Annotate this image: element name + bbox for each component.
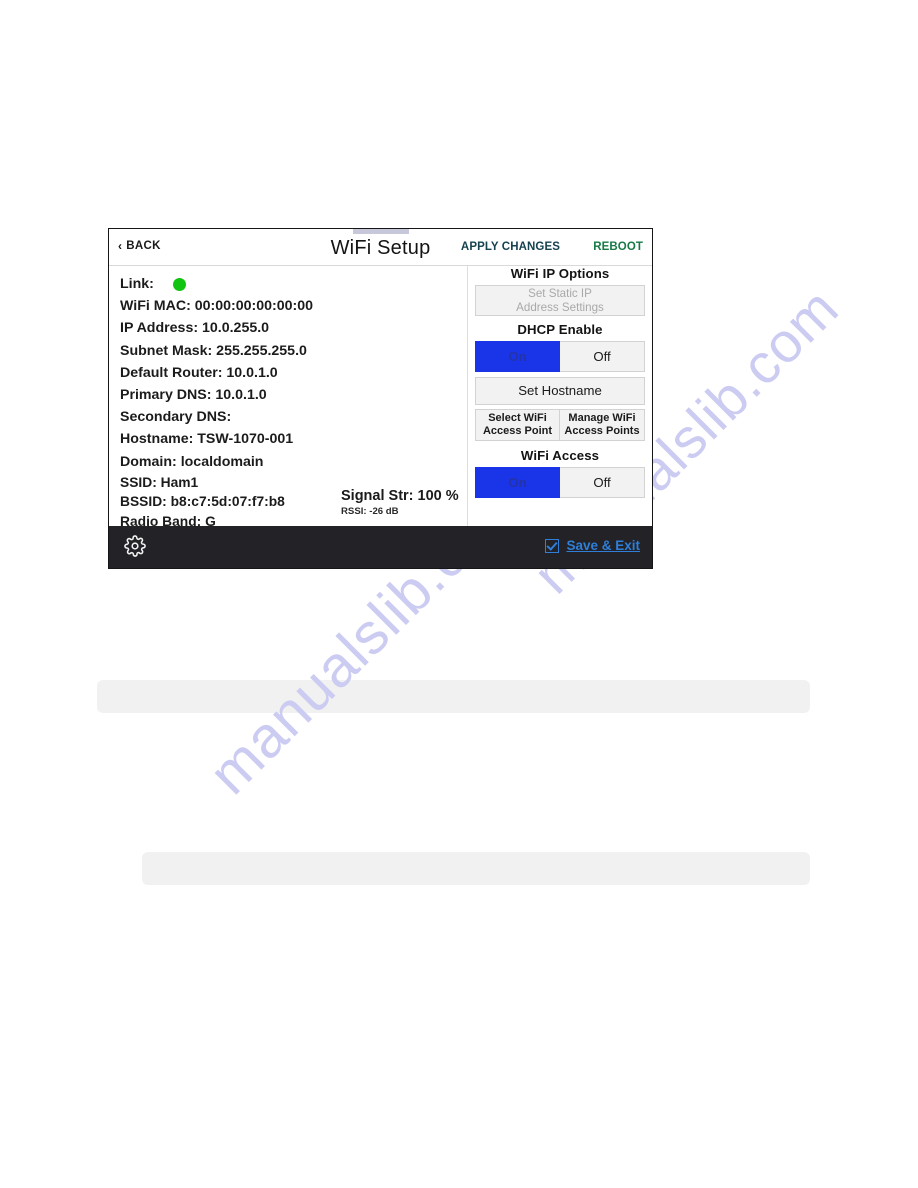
signal-strength-value: Signal Str: 100 % [341,488,459,504]
manage-ap-label-line2: Access Points [564,425,640,437]
wifi-controls-panel: WiFi IP Options Set Static IP Address Se… [467,266,652,528]
info-row-subnet-mask: Subnet Mask: 255.255.255.0 [120,342,307,359]
reboot-button[interactable]: REBOOT [593,241,643,253]
manage-wifi-access-points-button[interactable]: Manage WiFi Access Points [560,409,645,441]
wifi-access-on-button[interactable]: On [475,467,560,498]
wifi-access-off-button[interactable]: Off [560,467,645,498]
dhcp-enable-heading: DHCP Enable [517,322,603,337]
dhcp-off-button[interactable]: Off [560,341,645,372]
wifi-access-heading: WiFi Access [520,448,600,463]
screen-titlebar: ‹ BACK WiFi Setup APPLY CHANGES REBOOT [109,229,652,266]
set-static-ip-button[interactable]: Set Static IP Address Settings [475,285,645,316]
save-and-exit-label: Save & Exit [566,538,640,553]
link-status-indicator-icon [172,277,186,291]
signal-readout: Signal Str: 100 % RSSI: -26 dB [341,488,459,517]
set-hostname-button[interactable]: Set Hostname [475,377,645,405]
select-ap-label-line2: Access Point [482,425,553,437]
wifi-access-toggle-group: On Off [475,467,645,498]
select-wifi-access-point-button[interactable]: Select WiFi Access Point [475,409,560,441]
info-label-link: Link: [120,276,154,292]
apply-changes-button[interactable]: APPLY CHANGES [461,241,560,253]
wifi-ip-options-heading: WiFi IP Options [510,266,610,281]
page-title: WiFi Setup [330,237,431,259]
info-row-secondary-dns: Secondary DNS: [120,409,232,426]
info-row-wifi-mac: WiFi MAC: 00:00:00:00:00:00 [120,298,314,315]
info-row-default-router: Default Router: 10.0.1.0 [120,364,278,381]
info-row-domain: Domain: localdomain [120,453,264,470]
info-row-hostname: Hostname: TSW-1070-001 [120,431,294,448]
save-and-exit-button[interactable]: Save & Exit [545,538,640,553]
select-ap-label-line1: Select WiFi [488,412,547,424]
rssi-value: RSSI: -26 dB [341,506,399,517]
status-notch [353,229,409,234]
info-row-link: Link: [120,273,450,295]
gear-icon[interactable] [124,535,146,562]
watermark-layer: manualslib.com manualslib.com [0,0,918,1188]
screen-content: Link: WiFi MAC: 00:00:00:00:00:00 IP Add… [109,266,652,529]
manage-ap-label-line1: Manage WiFi [568,412,636,424]
access-point-button-group: Select WiFi Access Point Manage WiFi Acc… [475,409,645,441]
dhcp-on-button[interactable]: On [475,341,560,372]
content-placeholder-bar [97,680,810,713]
set-static-ip-label-line1: Set Static IP [528,286,592,300]
save-exit-checkbox-icon[interactable] [545,538,560,553]
info-row-primary-dns: Primary DNS: 10.0.1.0 [120,387,267,404]
dhcp-toggle-group: On Off [475,341,645,372]
set-static-ip-label-line2: Address Settings [516,300,604,314]
content-placeholder-bar [142,852,810,885]
bottom-toolbar: Save & Exit [109,526,652,568]
info-row-ip-address: IP Address: 10.0.255.0 [120,320,270,337]
device-screenshot-frame: ‹ BACK WiFi Setup APPLY CHANGES REBOOT L… [108,228,653,569]
